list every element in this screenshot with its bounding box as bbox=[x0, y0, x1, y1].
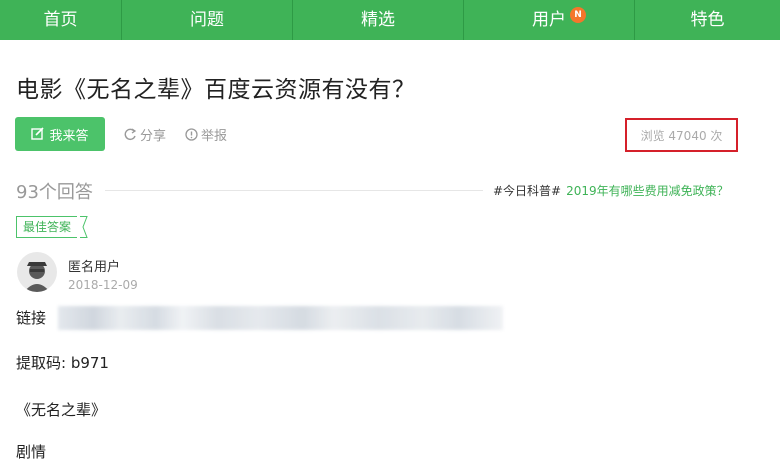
promo-link-row: #今日科普# 2019年有哪些费用减免政策？ bbox=[493, 182, 729, 199]
nav-label: 特色 bbox=[690, 10, 725, 30]
best-answer-badge: 最佳答案 bbox=[16, 216, 78, 238]
answer-date: 2018-12-09 bbox=[68, 278, 138, 292]
section-divider bbox=[105, 190, 483, 191]
share-label: 分享 bbox=[140, 129, 167, 144]
nav-item-questions[interactable]: 问题 bbox=[122, 0, 293, 40]
share-icon bbox=[124, 128, 137, 141]
question-title: 电影《无名之辈》百度云资源有没有？ bbox=[16, 77, 416, 103]
answer-count: 93个回答 bbox=[16, 182, 93, 203]
blurred-link[interactable] bbox=[58, 306, 503, 330]
extraction-code: 提取码: b971 bbox=[16, 354, 109, 372]
answer-button[interactable]: 我来答 bbox=[15, 117, 105, 151]
badge-notch bbox=[80, 216, 88, 238]
report-label: 举报 bbox=[201, 129, 228, 144]
link-label: 链接 bbox=[16, 309, 47, 327]
nav-item-home[interactable]: 首页 bbox=[0, 0, 122, 40]
promo-link[interactable]: 2019年有哪些费用减免政策？ bbox=[566, 184, 729, 198]
best-answer-label: 最佳答案 bbox=[23, 220, 72, 234]
anonymous-user-icon bbox=[17, 252, 57, 292]
report-button[interactable]: 举报 bbox=[185, 125, 227, 144]
nav-item-special[interactable]: 特色 bbox=[635, 0, 780, 40]
warning-icon bbox=[185, 128, 198, 141]
nav-label: 问题 bbox=[190, 10, 224, 30]
nav-label: 精选 bbox=[361, 10, 395, 30]
view-count: 浏览 47040 次 bbox=[625, 118, 738, 152]
truncated-text: 剧情 bbox=[16, 443, 47, 461]
nav-label: 首页 bbox=[43, 10, 78, 30]
share-button[interactable]: 分享 bbox=[124, 125, 166, 144]
view-count-text: 浏览 47040 次 bbox=[640, 128, 723, 143]
edit-icon bbox=[31, 127, 45, 140]
answer-button-label: 我来答 bbox=[49, 128, 89, 144]
nav-item-featured[interactable]: 精选 bbox=[293, 0, 464, 40]
promo-tag: #今日科普# bbox=[493, 184, 562, 198]
notification-badge: N bbox=[570, 7, 586, 23]
movie-name: 《无名之辈》 bbox=[16, 401, 107, 419]
nav-label: 用户 bbox=[532, 10, 566, 30]
top-nav: 首页 问题 精选 用户 N 特色 bbox=[0, 0, 780, 40]
avatar bbox=[17, 252, 57, 292]
nav-item-users[interactable]: 用户 N bbox=[464, 0, 635, 40]
author-name[interactable]: 匿名用户 bbox=[68, 256, 120, 275]
